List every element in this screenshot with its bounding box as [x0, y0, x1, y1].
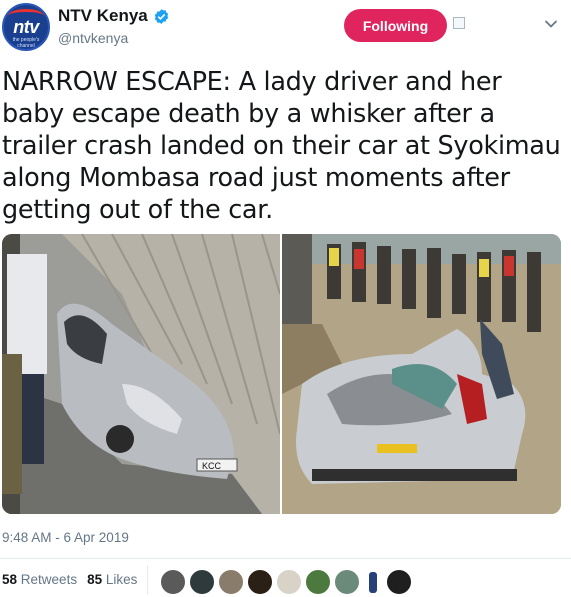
retweets-stat[interactable]: 58 Retweets [2, 572, 77, 587]
likes-count: 85 [87, 572, 103, 587]
photo-right-illustration [282, 234, 561, 514]
user-handle[interactable]: @ntvkenya [58, 30, 128, 46]
photo-crushed-car[interactable] [282, 234, 561, 514]
tweet-text: NARROW ESCAPE: A lady driver and her bab… [2, 67, 561, 225]
number-plate: KCC [202, 461, 222, 471]
divider-top [0, 558, 571, 559]
likes-label: Likes [105, 572, 138, 587]
liker-avatar[interactable] [189, 569, 215, 595]
following-button[interactable]: Following [344, 9, 447, 42]
tweet-media: KCC [2, 234, 561, 514]
liker-avatar[interactable] [276, 569, 302, 595]
likers-avatars [160, 569, 412, 595]
verified-badge-icon [154, 8, 168, 24]
liker-avatar[interactable] [218, 569, 244, 595]
liker-avatar[interactable] [363, 569, 383, 595]
avatar[interactable]: ntv the people's channel [2, 3, 50, 51]
liker-avatar[interactable] [160, 569, 186, 595]
engagement-stats: 58 Retweets 85 Likes [2, 572, 137, 587]
name-row: NTV Kenya [58, 6, 170, 26]
tweet-timestamp[interactable]: 9:48 AM - 6 Apr 2019 [2, 530, 129, 545]
retweets-count: 58 [2, 572, 18, 587]
likes-stat[interactable]: 85 Likes [87, 572, 137, 587]
tweet-header: ntv the people's channel NTV Kenya @ntvk… [0, 0, 571, 60]
stats-separator [147, 565, 148, 595]
liker-avatar[interactable] [334, 569, 360, 595]
block-icon[interactable] [453, 17, 465, 29]
liker-avatar[interactable] [305, 569, 331, 595]
retweets-label: Retweets [20, 572, 78, 587]
avatar-logo-sub: the people's channel [12, 37, 40, 49]
liker-avatar[interactable] [386, 569, 412, 595]
avatar-logo-text: ntv [13, 17, 39, 37]
chevron-down-icon[interactable] [544, 17, 558, 31]
photo-car-under-container[interactable]: KCC [2, 234, 280, 514]
liker-avatar[interactable] [247, 569, 273, 595]
photo-left-illustration: KCC [2, 234, 280, 514]
display-name[interactable]: NTV Kenya [58, 6, 148, 26]
